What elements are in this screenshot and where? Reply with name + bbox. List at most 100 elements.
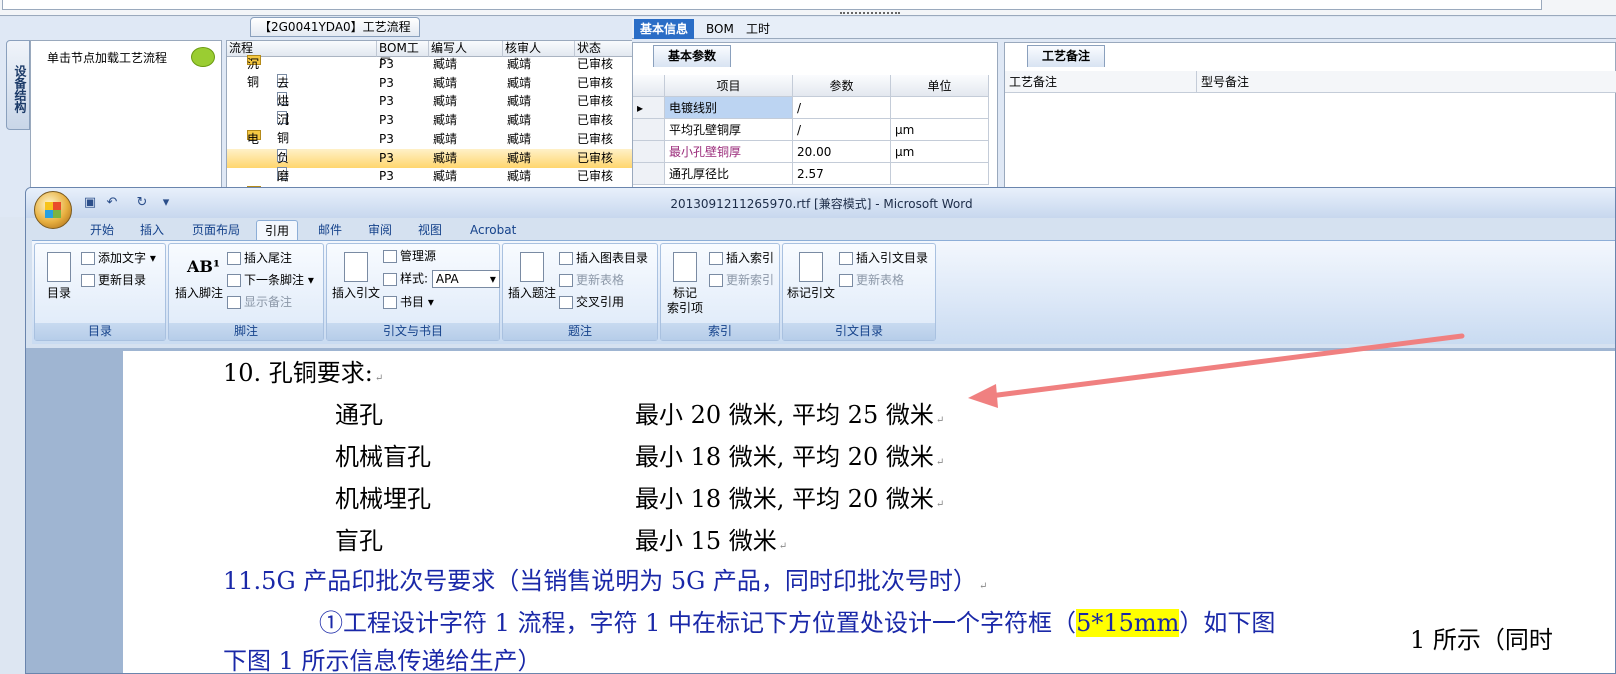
- grid-header-item[interactable]: 项目: [665, 75, 793, 97]
- tree-row[interactable]: 负片电镀P3臧靖臧靖已审核: [227, 148, 645, 199]
- spec-value: 最小 18 微米, 平均 20 微米 ↵: [635, 443, 945, 471]
- toc-button[interactable]: 目录: [41, 252, 77, 301]
- cross-reference-button[interactable]: 交叉引用: [559, 294, 624, 310]
- table-of-figures-icon: [559, 252, 573, 265]
- cell-item[interactable]: 最小孔壁铜厚: [665, 141, 793, 163]
- hint-text: 单击节点加载工艺流程: [47, 51, 168, 65]
- cell-value[interactable]: 20.00: [793, 141, 891, 163]
- cell-item[interactable]: 通孔厚径比: [665, 163, 793, 185]
- add-text-button[interactable]: 添加文字 ▾: [81, 250, 156, 266]
- cell-unit[interactable]: [891, 163, 989, 185]
- cell-reviewer: 臧靖: [507, 150, 532, 165]
- qat-customize-icon[interactable]: ▾: [158, 196, 174, 210]
- tab-home[interactable]: 开始: [82, 220, 122, 240]
- cell-item[interactable]: 平均孔壁铜厚: [665, 119, 793, 141]
- group-footnotes: AB¹ 插入脚注 插入尾注 下一条脚注 ▾ 显示备注 脚注: [168, 243, 324, 341]
- spec-label: 盲孔: [335, 527, 383, 555]
- spec-label: 机械盲孔: [335, 443, 431, 471]
- cell-unit[interactable]: μm: [891, 141, 989, 163]
- heading-5g-batch: 11.5G 产品印批次号要求（当销售说明为 5G 产品，同时印批次号时） ↵: [223, 567, 988, 595]
- word-title: 2013091211265970.rtf [兼容模式] - Microsoft …: [670, 197, 973, 211]
- tab-basic-info[interactable]: 基本信息: [634, 19, 695, 39]
- insert-endnote-button[interactable]: 插入尾注: [227, 250, 292, 266]
- cell-reviewer: 臧靖: [507, 131, 532, 146]
- update-index-button[interactable]: 更新索引: [709, 272, 774, 288]
- update-authorities-button[interactable]: 更新表格: [839, 272, 904, 288]
- update-table-button[interactable]: 更新表格: [559, 272, 624, 288]
- paragraph-continued: 下图 1 所示信息传递给生产）: [223, 647, 542, 674]
- tab-mailings[interactable]: 邮件: [310, 220, 350, 240]
- update-toc-button[interactable]: 更新目录: [81, 272, 146, 288]
- caption-icon: [520, 252, 544, 282]
- cell-unit[interactable]: μm: [891, 119, 989, 141]
- tab-basic-params[interactable]: 基本参数: [653, 45, 732, 67]
- tab-page-layout[interactable]: 页面布局: [184, 220, 248, 240]
- tab-insert[interactable]: 插入: [132, 220, 172, 240]
- tree-row[interactable]: 沉铜 P3 臧靖 臧靖 已审核: [227, 111, 645, 145]
- cell-item[interactable]: 电镀线别: [665, 97, 793, 119]
- group-toc: 目录 添加文字 ▾ 更新目录 目录: [34, 243, 166, 341]
- cross-reference-icon: [559, 296, 573, 309]
- paragraph-char-frame: ①工程设计字符 1 流程，字符 1 中在标记下方位置处设计一个字符框（5*15m…: [319, 609, 1276, 637]
- tree-row[interactable]: 磨板P3臧靖臧靖已审核: [227, 167, 645, 199]
- tree-row[interactable]: 沉铜 P3 臧靖 臧靖 已审核: [227, 55, 645, 89]
- cell-value[interactable]: /: [793, 97, 891, 119]
- toc-icon: [47, 252, 71, 282]
- tab-references[interactable]: 引用: [256, 220, 299, 240]
- tree-row[interactable]: 烘板P3臧靖臧靖已审核: [227, 92, 645, 126]
- insert-citation-button[interactable]: 插入引文: [331, 252, 381, 301]
- grid-header-unit[interactable]: 单位: [891, 75, 989, 97]
- tree-row[interactable]: 电镀P3臧靖臧靖已审核: [227, 129, 645, 164]
- row-selector[interactable]: ▸: [633, 97, 665, 119]
- footnote-ab-icon: AB¹: [187, 257, 220, 276]
- tab-view[interactable]: 视图: [410, 220, 450, 240]
- show-notes-button[interactable]: 显示备注: [227, 294, 292, 310]
- tab-review[interactable]: 审阅: [360, 220, 400, 240]
- notes-header-process: 工艺备注: [1005, 71, 1197, 93]
- insert-footnote-button[interactable]: AB¹ 插入脚注: [173, 252, 225, 301]
- next-footnote-button[interactable]: 下一条脚注 ▾: [227, 272, 314, 288]
- insert-table-of-figures-button[interactable]: 插入图表目录: [559, 250, 648, 266]
- cell-value[interactable]: /: [793, 119, 891, 141]
- insert-index-button[interactable]: 插入索引: [709, 250, 774, 266]
- speech-bubble-icon: [191, 47, 215, 67]
- cell-value[interactable]: 2.57: [793, 163, 891, 185]
- office-logo-icon: [45, 202, 61, 218]
- mark-citation-button[interactable]: 标记引文: [787, 252, 835, 301]
- mark-entry-button[interactable]: 标记 索引项: [665, 252, 705, 316]
- insert-table-of-authorities-button[interactable]: 插入引文目录: [839, 250, 928, 266]
- insert-caption-button[interactable]: 插入题注: [507, 252, 557, 301]
- spec-label: 机械埋孔: [335, 485, 431, 513]
- tree-row[interactable]: 去毛刺P3臧靖臧靖已审核: [227, 73, 645, 126]
- save-icon[interactable]: ▣: [82, 196, 98, 210]
- bibliography-button[interactable]: 书目 ▾: [383, 294, 434, 310]
- manage-sources-button[interactable]: 管理源: [383, 248, 436, 264]
- side-tab-equipment-structure[interactable]: 设备结构: [6, 40, 30, 130]
- style-control: 样式: APA ▾: [383, 270, 500, 288]
- cell-status: 已审核: [577, 169, 614, 184]
- row-selector[interactable]: [633, 119, 665, 141]
- cell-plant: P3: [379, 131, 394, 146]
- style-select[interactable]: APA ▾: [431, 270, 500, 288]
- office-button[interactable]: [34, 191, 72, 229]
- insert-index-icon: [709, 252, 723, 265]
- tab-bom[interactable]: BOM: [700, 19, 740, 39]
- add-text-icon: [81, 252, 95, 265]
- tree-title: 【2G0041YDA0】工艺流程: [250, 17, 420, 37]
- document-page[interactable]: 10. 孔铜要求: ↵ 通孔 最小 20 微米, 平均 25 微米 ↵ 机械盲孔 最小 1…: [123, 351, 1615, 674]
- row-selector[interactable]: [633, 163, 665, 185]
- tab-process-notes[interactable]: 工艺备注: [1027, 45, 1106, 67]
- redo-icon[interactable]: ↻: [134, 196, 150, 210]
- cell-status: 已审核: [577, 150, 614, 165]
- group-authorities: 标记引文 插入引文目录 更新表格 引文目录: [782, 243, 936, 341]
- grid-header-value[interactable]: 参数: [793, 75, 891, 97]
- process-tree-grid: 流程 BOM工厂 编写人 核审人 状态 沉铜P3臧靖臧靖已审核去毛刺P3臧靖臧靖…: [226, 40, 646, 200]
- tab-work-hours[interactable]: 工时: [740, 19, 776, 39]
- undo-icon[interactable]: ↶: [104, 196, 120, 210]
- row-selector[interactable]: [633, 141, 665, 163]
- splitter-grip[interactable]: [840, 12, 900, 16]
- group-label-footnotes: 脚注: [169, 323, 323, 340]
- tab-acrobat[interactable]: Acrobat: [462, 220, 524, 240]
- cell-status: 已审核: [577, 57, 614, 71]
- cell-unit[interactable]: [891, 97, 989, 119]
